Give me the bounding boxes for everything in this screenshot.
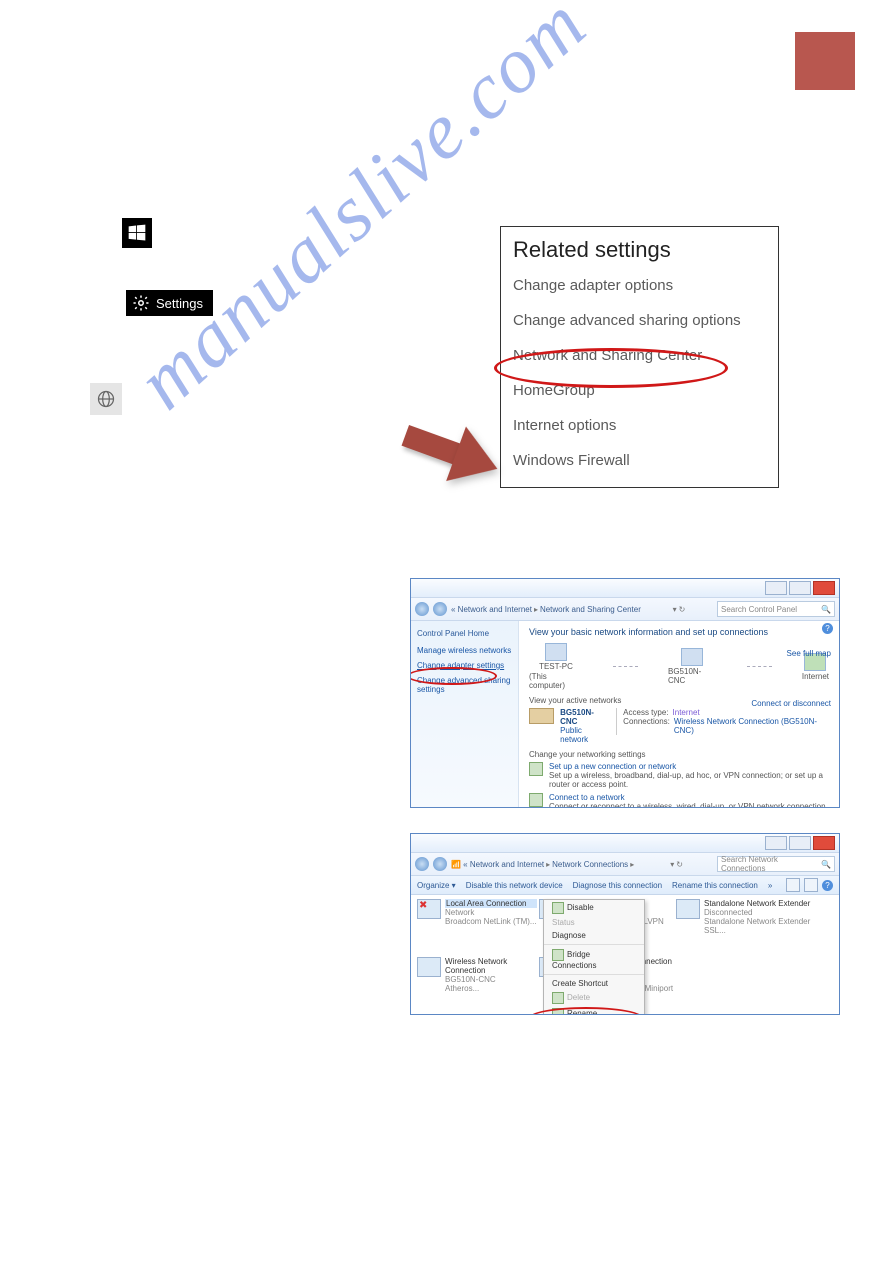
router-icon: [681, 648, 703, 666]
ctx-delete: Delete: [544, 990, 644, 1006]
toolbar-overflow[interactable]: »: [768, 881, 772, 890]
back-button[interactable]: [415, 602, 429, 616]
adapter-standalone-extender[interactable]: Standalone Network ExtenderDisconnectedS…: [676, 899, 831, 953]
search-input[interactable]: Search Network Connections 🔍: [717, 856, 835, 872]
settings-badge-label: Settings: [156, 296, 203, 311]
opt-windows-firewall[interactable]: Windows Firewall: [513, 452, 766, 469]
adapter-wireless[interactable]: Wireless Network ConnectionBG510N-CNCAth…: [417, 957, 537, 1016]
ctx-diagnose[interactable]: Diagnose: [544, 929, 644, 942]
wireless-connection-link[interactable]: Wireless Network Connection (BG510N-CNC): [674, 717, 829, 735]
setup-connection-desc: Set up a wireless, broadband, dial-up, a…: [549, 771, 829, 789]
adapter-icon: [417, 957, 441, 977]
setup-connection-link[interactable]: Set up a new connection or network: [549, 762, 676, 771]
connect-network-link[interactable]: Connect to a network: [549, 793, 625, 802]
change-adapter-settings-link[interactable]: Change adapter settings: [417, 661, 512, 670]
toolbar: Organize ▾ Disable this network device D…: [411, 876, 839, 895]
minimize-button[interactable]: [765, 581, 787, 595]
minimize-button[interactable]: [765, 836, 787, 850]
network-map: TEST-PC(This computer) BG510N-CNC Intern…: [529, 643, 829, 690]
diagnose-button[interactable]: Diagnose this connection: [573, 881, 662, 890]
context-menu: Disable Status Diagnose Bridge Connectio…: [543, 899, 645, 1015]
breadcrumb[interactable]: « Network and Internet▸Network and Shari…: [451, 605, 641, 614]
view-icon[interactable]: [786, 878, 800, 892]
help-icon[interactable]: ?: [822, 880, 833, 891]
see-full-map-link[interactable]: See full map: [787, 649, 831, 658]
bench-icon: [529, 708, 554, 724]
search-placeholder: Search Network Connections: [721, 855, 821, 873]
opt-internet-options[interactable]: Internet options: [513, 417, 766, 434]
connect-network-icon: [529, 793, 543, 807]
rename-button[interactable]: Rename this connection: [672, 881, 758, 890]
pc-icon: [545, 643, 567, 661]
titlebar: [411, 834, 839, 853]
ctx-rename[interactable]: Rename: [544, 1006, 644, 1015]
opt-homegroup[interactable]: HomeGroup: [513, 382, 766, 399]
windows-logo-icon: [122, 218, 152, 248]
disable-device-button[interactable]: Disable this network device: [466, 881, 563, 890]
network-sharing-center-window: « Network and Internet▸Network and Shari…: [410, 578, 840, 808]
help-icon[interactable]: ?: [822, 623, 833, 634]
network-connections-window: 📶 « Network and Internet▸Network Connect…: [410, 833, 840, 1015]
adapter-local-area[interactable]: Local Area ConnectionNetworkBroadcom Net…: [417, 899, 537, 953]
close-button[interactable]: [813, 836, 835, 850]
network-globe-icon: [90, 383, 122, 415]
maximize-button[interactable]: [789, 581, 811, 595]
settings-badge[interactable]: Settings: [126, 290, 213, 316]
search-input[interactable]: Search Control Panel 🔍: [717, 601, 835, 617]
connect-disconnect-link[interactable]: Connect or disconnect: [751, 699, 831, 708]
related-settings-title: Related settings: [513, 237, 766, 263]
forward-button[interactable]: [433, 857, 447, 871]
callout-arrow: [395, 408, 508, 498]
close-button[interactable]: [813, 581, 835, 595]
back-button[interactable]: [415, 857, 429, 871]
change-advanced-sharing-link[interactable]: Change advanced sharing settings: [417, 676, 512, 694]
ctx-bridge[interactable]: Bridge Connections: [544, 947, 644, 972]
breadcrumb[interactable]: 📶 « Network and Internet▸Network Connect…: [451, 860, 636, 869]
opt-network-sharing-center[interactable]: Network and Sharing Center: [513, 347, 766, 364]
gear-icon: [132, 294, 150, 312]
maximize-button[interactable]: [789, 836, 811, 850]
setup-connection-icon: [529, 762, 543, 776]
main-pane: ? View your basic network information an…: [519, 621, 839, 808]
view-icon-2[interactable]: [804, 878, 818, 892]
page-accent-box: [795, 32, 855, 90]
active-network-name: BG510N-CNC: [560, 708, 610, 726]
connect-network-desc: Connect or reconnect to a wireless, wire…: [549, 802, 828, 808]
left-pane: Control Panel Home Manage wireless netwo…: [411, 621, 519, 808]
ctx-disable[interactable]: Disable: [544, 900, 644, 916]
opt-change-adapter[interactable]: Change adapter options: [513, 277, 766, 294]
search-icon: 🔍: [821, 605, 831, 614]
adapter-icon: [417, 899, 441, 919]
nav-row: « Network and Internet▸Network and Shari…: [411, 598, 839, 621]
forward-button[interactable]: [433, 602, 447, 616]
active-network-type[interactable]: Public network: [560, 726, 610, 744]
manage-wireless-link[interactable]: Manage wireless networks: [417, 646, 512, 655]
search-icon: 🔍: [821, 860, 831, 869]
ctx-status: Status: [544, 916, 644, 929]
related-settings-panel: Related settings Change adapter options …: [500, 226, 779, 488]
nav-row: 📶 « Network and Internet▸Network Connect…: [411, 853, 839, 876]
opt-change-advanced-sharing[interactable]: Change advanced sharing options: [513, 312, 766, 329]
titlebar: [411, 579, 839, 598]
control-panel-home[interactable]: Control Panel Home: [417, 629, 512, 638]
ctx-create-shortcut[interactable]: Create Shortcut: [544, 977, 644, 990]
main-title: View your basic network information and …: [529, 627, 829, 637]
adapter-icon: [676, 899, 700, 919]
change-networking-settings-label: Change your networking settings: [529, 750, 829, 759]
search-placeholder: Search Control Panel: [721, 605, 797, 614]
organize-menu[interactable]: Organize ▾: [417, 881, 456, 890]
